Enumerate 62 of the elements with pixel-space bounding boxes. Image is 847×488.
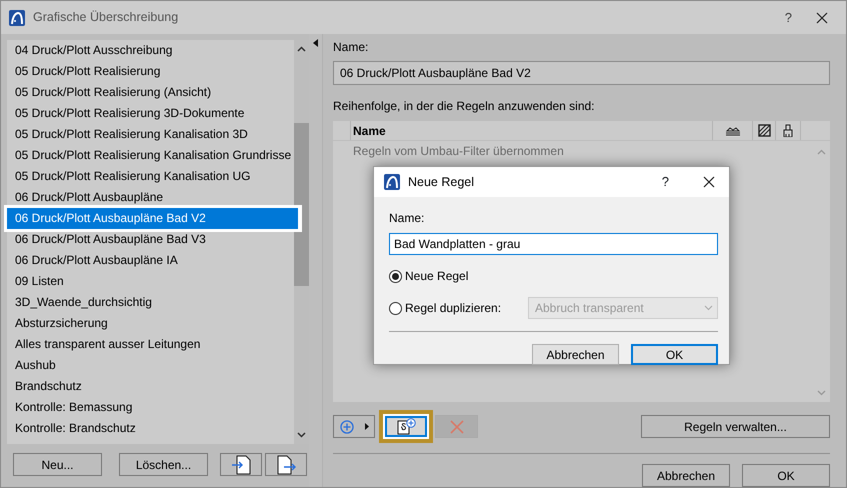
scroll-up-icon[interactable] — [297, 46, 306, 52]
help-button[interactable]: ? — [784, 8, 792, 28]
list-item[interactable]: Aushub — [7, 355, 294, 376]
export-button[interactable] — [265, 453, 307, 476]
import-button[interactable] — [220, 453, 262, 476]
scroll-down-icon[interactable] — [297, 432, 306, 438]
list-item[interactable]: 09 Listen — [7, 271, 294, 292]
fill-pattern-icon[interactable] — [758, 124, 770, 137]
section-label: Reihenfolge, in der die Regeln anzuwenden sind: — [333, 98, 596, 115]
dialog-button[interactable]: Abbrechen — [532, 344, 619, 365]
caret-icon — [364, 423, 368, 430]
chevron-down-icon — [704, 305, 713, 311]
export-icon — [276, 454, 296, 474]
column-header[interactable]: Name — [350, 121, 712, 140]
list-item[interactable]: Absturzsicherung — [7, 313, 294, 334]
list-button[interactable]: Neu... — [13, 453, 102, 476]
name-field[interactable]: 06 Druck/Plott Ausbaupläne Bad V2 — [333, 61, 830, 85]
dialog-button[interactable]: OK — [742, 464, 830, 487]
list-item[interactable]: Alles transparent ausser Leitungen — [7, 334, 294, 355]
list-item[interactable]: Kontrolle: Bemassung — [7, 397, 294, 418]
manage-rules-button[interactable]: Regeln verwalten... — [641, 415, 830, 438]
dialog-button[interactable]: OK — [631, 344, 718, 365]
import-icon — [232, 454, 250, 474]
dialog-title: Neue Regel — [408, 174, 474, 191]
delete-icon — [450, 420, 464, 434]
list-item[interactable]: 06 Druck/Plott Ausbaupläne — [7, 187, 294, 208]
table-row-text: Regeln vom Umbau-Filter übernommen — [352, 143, 565, 160]
close-button[interactable] — [703, 176, 715, 188]
list-item[interactable]: 06 Druck/Plott Ausbaupläne Bad V3 — [7, 229, 294, 250]
list-item[interactable]: Kontrolle: Brandschutz — [7, 418, 294, 439]
app-logo-icon — [384, 174, 400, 190]
help-button[interactable]: ? — [662, 172, 669, 192]
close-button[interactable] — [816, 12, 828, 24]
scroll-thumb[interactable] — [294, 123, 309, 286]
collapse-arrow-icon[interactable] — [313, 39, 318, 47]
list-item[interactable]: 05 Druck/Plott Realisierung Kanalisation 3D — [7, 124, 294, 145]
list-item[interactable]: Brandschutz — [7, 376, 294, 397]
field-label: Name: — [333, 39, 370, 56]
list-item[interactable]: 04 Druck/Plott Ausschreibung — [7, 40, 294, 61]
new-rule-button[interactable] — [385, 416, 427, 437]
list-item[interactable]: 05 Druck/Plott Realisierung — [7, 61, 294, 82]
list-item[interactable]: 06 Druck/Plott Ausbaupläne Bad V2 — [4, 205, 302, 232]
radio-option[interactable]: Regel duplizieren: — [389, 299, 502, 317]
list-item[interactable]: 05 Druck/Plott Realisierung (Ansicht) — [7, 82, 294, 103]
list-item[interactable]: 06 Druck/Plott Ausbaupläne IA — [7, 250, 294, 271]
list-item[interactable]: 05 Druck/Plott Realisierung Kanalisation UG — [7, 166, 294, 187]
brush-icon[interactable] — [782, 124, 794, 137]
app-logo-icon — [9, 10, 25, 26]
name-input[interactable]: Bad Wandplatten - grau — [389, 233, 718, 255]
list-item[interactable]: 3D_Waende_durchsichtig — [7, 292, 294, 313]
field-label: Name: — [389, 210, 426, 227]
list-item[interactable]: 05 Druck/Plott Realisierung 3D-Dokumente — [7, 103, 294, 124]
dialog-button[interactable]: Abbrechen — [642, 464, 730, 487]
add-button[interactable] — [333, 415, 375, 438]
window-title: Grafische Überschreibung — [33, 9, 178, 26]
close-icon — [816, 12, 828, 24]
list-item[interactable]: 05 Druck/Plott Realisierung Kanalisation Grundrisse — [7, 145, 294, 166]
close-icon — [703, 176, 715, 188]
rule-add-icon — [396, 418, 416, 435]
add-icon — [340, 420, 354, 434]
list-button[interactable]: Löschen... — [119, 453, 208, 476]
radio-option[interactable]: Neue Regel — [389, 267, 468, 285]
